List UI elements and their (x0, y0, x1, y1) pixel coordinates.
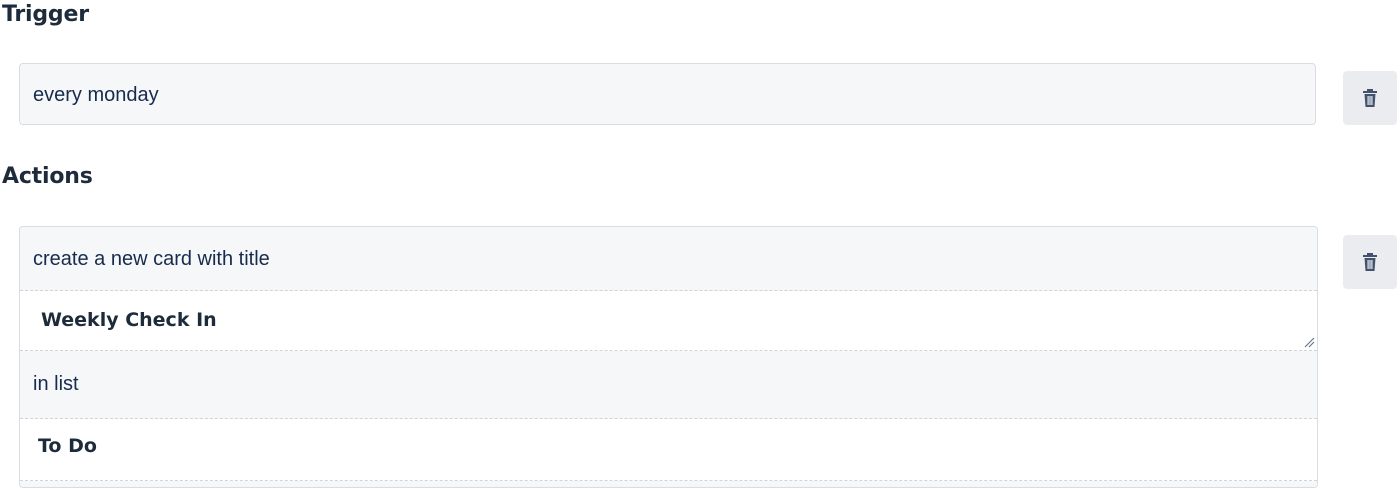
trigger-text: every monday (33, 84, 159, 106)
list-label: in list (33, 373, 79, 395)
rule-editor: Trigger every monday Actions create a ne… (0, 0, 1400, 497)
list-label-row: in list (20, 351, 1317, 419)
trigger-heading: Trigger (2, 2, 89, 27)
list-name-field[interactable]: To Do (20, 419, 1317, 481)
delete-trigger-button[interactable] (1343, 71, 1397, 125)
actions-heading: Actions (2, 164, 93, 189)
trash-icon (1363, 253, 1377, 271)
delete-action-button[interactable] (1343, 235, 1397, 289)
action-label-row: create a new card with title (20, 227, 1317, 291)
action-card: create a new card with title Weekly Chec… (19, 226, 1318, 488)
action-label: create a new card with title (33, 248, 270, 270)
trigger-field[interactable]: every monday (19, 63, 1316, 125)
trash-icon (1363, 89, 1377, 107)
card-title-field[interactable]: Weekly Check In (20, 291, 1317, 351)
action-card-footer (20, 481, 1317, 487)
resize-handle-icon[interactable] (1303, 336, 1315, 348)
card-title-value: Weekly Check In (41, 309, 217, 331)
list-name-value: To Do (38, 435, 97, 457)
